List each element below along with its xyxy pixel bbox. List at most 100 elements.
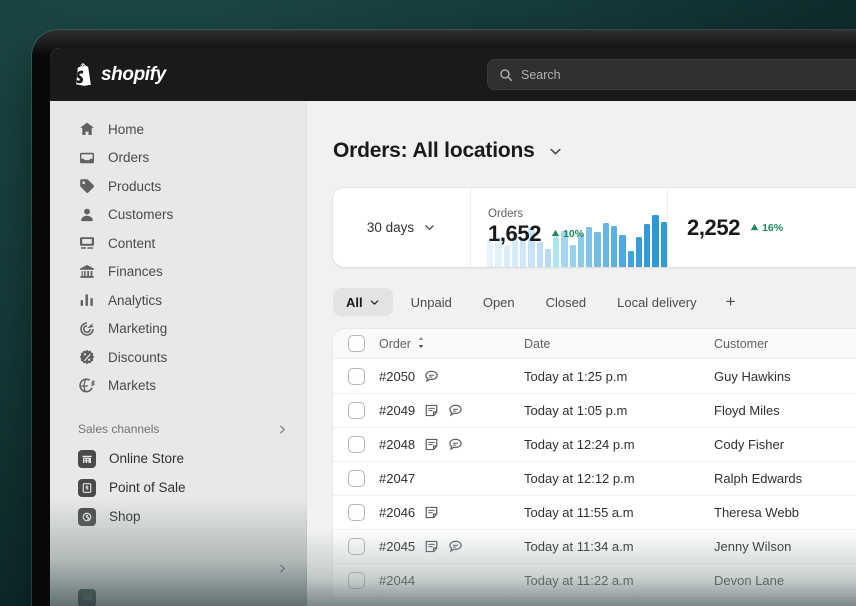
- row-checkbox[interactable]: [333, 572, 379, 589]
- tab-unpaid[interactable]: Unpaid: [398, 288, 465, 316]
- markets-globe-icon: [78, 377, 95, 394]
- tab-local-delivery[interactable]: Local delivery: [604, 288, 710, 316]
- row-checkbox[interactable]: [333, 504, 379, 521]
- app-tile-icon: [78, 588, 96, 606]
- sidebar-item-marketing[interactable]: Marketing: [50, 315, 306, 344]
- comment-bubble-icon[interactable]: [448, 539, 463, 554]
- sales-channels-label: Sales channels: [78, 422, 160, 436]
- metric-secondary[interactable]: 2,252 16%: [667, 188, 856, 267]
- column-header-order[interactable]: Order: [379, 336, 524, 351]
- sidebar-item-shop[interactable]: Shop: [50, 502, 306, 531]
- orders-inbox-icon: [78, 149, 95, 166]
- cell-order[interactable]: #2046: [379, 505, 524, 520]
- row-checkbox[interactable]: [333, 470, 379, 487]
- table-row[interactable]: #2046 Today at 11:55 a.m Theresa Webb: [333, 495, 856, 529]
- sidebar-item-label: Home: [108, 121, 145, 137]
- sidebar-item-label: Content: [108, 235, 156, 251]
- tab-closed[interactable]: Closed: [533, 288, 599, 316]
- sidebar-item-customers[interactable]: Customers: [50, 201, 306, 230]
- date-range-selector[interactable]: 30 days: [333, 188, 470, 267]
- row-checkbox[interactable]: [333, 367, 379, 385]
- cell-customer: Ralph Edwards: [714, 471, 803, 486]
- row-checkbox[interactable]: [333, 402, 379, 419]
- metric-label: Orders: [488, 208, 524, 220]
- shopify-logo[interactable]: shopify: [73, 63, 166, 86]
- sidebar-item-discounts[interactable]: Discounts: [50, 343, 306, 372]
- note-icon[interactable]: [424, 505, 439, 520]
- chevron-down-icon[interactable]: [423, 221, 436, 234]
- sidebar-item-online-store[interactable]: Online Store: [50, 444, 306, 473]
- shopify-bag-logo-icon: [73, 63, 94, 86]
- metric-orders[interactable]: Orders 1,652 10%: [470, 188, 667, 267]
- table-body: #2050 Today at 1:25 p.m Guy Hawkins #2049 To…: [333, 359, 856, 597]
- sidebar: Home Orders Products Customers Content F…: [50, 101, 307, 606]
- select-all-checkbox[interactable]: [333, 335, 379, 352]
- top-bar: shopify Search: [50, 48, 856, 101]
- cell-customer: Guy Hawkins: [714, 368, 791, 384]
- sidebar-item-app[interactable]: [50, 583, 306, 606]
- table-row[interactable]: #2047 Today at 12:12 p.m Ralph Edwards: [333, 461, 856, 495]
- sidebar-item-analytics[interactable]: Analytics: [50, 286, 306, 315]
- cell-order[interactable]: #2048: [379, 437, 524, 452]
- sidebar-item-finances[interactable]: Finances: [50, 258, 306, 287]
- cell-order[interactable]: #2045: [379, 539, 524, 554]
- search-input[interactable]: Search: [487, 59, 856, 90]
- chevron-down-icon[interactable]: [369, 297, 380, 308]
- column-label: Date: [524, 336, 551, 351]
- cell-customer: Theresa Webb: [714, 505, 800, 520]
- sort-arrows-icon[interactable]: [417, 336, 425, 351]
- sidebar-item-orders[interactable]: Orders: [50, 144, 306, 173]
- checkbox-box: [347, 335, 365, 352]
- tab-all[interactable]: All: [333, 288, 393, 316]
- column-header-customer[interactable]: Customer: [714, 337, 856, 351]
- sidebar-section-apps[interactable]: [50, 553, 306, 583]
- cell-order[interactable]: #2050: [379, 369, 524, 384]
- sidebar-item-markets[interactable]: Markets: [50, 372, 306, 401]
- order-number: #2050: [379, 368, 416, 384]
- cell-date: Today at 11:34 a.m: [524, 539, 634, 554]
- cell-customer: Cody Fisher: [714, 437, 785, 452]
- order-number: #2049: [379, 403, 416, 418]
- cell-order[interactable]: #2044: [379, 573, 524, 588]
- column-header-date[interactable]: Date: [524, 337, 714, 351]
- sidebar-item-point-of-sale[interactable]: Point of Sale: [50, 473, 306, 502]
- row-checkbox[interactable]: [333, 436, 379, 453]
- content-media-icon: [78, 235, 95, 252]
- table-row[interactable]: #2049 Today at 1:05 p.m Floyd Miles: [333, 393, 856, 427]
- table-row[interactable]: #2044 Today at 11:22 a.m Devon Lane: [333, 563, 856, 597]
- table-row[interactable]: #2045 Today at 11:34 a.m Jenny Wilson: [333, 529, 856, 563]
- tab-label: Local delivery: [617, 294, 697, 310]
- analytics-bars-icon: [78, 292, 95, 309]
- chevron-right-icon[interactable]: [277, 563, 288, 574]
- metric-value: 1,652: [488, 221, 542, 246]
- note-icon[interactable]: [424, 539, 439, 554]
- cell-order[interactable]: #2047: [379, 471, 524, 486]
- sidebar-item-home[interactable]: Home: [50, 115, 306, 144]
- order-number: #2045: [379, 539, 416, 554]
- chevron-right-icon[interactable]: [277, 424, 288, 435]
- comment-bubble-icon[interactable]: [448, 403, 463, 418]
- note-icon[interactable]: [424, 403, 439, 418]
- comment-bubble-icon[interactable]: [424, 369, 439, 384]
- sparkline-bar: [627, 251, 634, 267]
- tab-label: All: [346, 294, 363, 310]
- customer-person-icon: [78, 206, 95, 223]
- sidebar-section-sales-channels[interactable]: Sales channels: [50, 414, 306, 444]
- table-row[interactable]: #2050 Today at 1:25 p.m Guy Hawkins: [333, 359, 856, 393]
- add-view-button[interactable]: +: [715, 288, 747, 316]
- search-icon: [499, 68, 513, 82]
- cell-order[interactable]: #2049: [379, 403, 524, 418]
- column-label: Customer: [714, 336, 769, 351]
- sidebar-item-label: Shop: [109, 509, 141, 524]
- checkbox-box: [347, 436, 365, 453]
- sidebar-item-products[interactable]: Products: [50, 172, 306, 201]
- cell-customer: Jenny Wilson: [714, 539, 792, 554]
- order-number: #2048: [379, 437, 416, 452]
- comment-bubble-icon[interactable]: [448, 437, 463, 452]
- table-row[interactable]: #2048 Today at 12:24 p.m Cody Fisher: [333, 427, 856, 461]
- note-icon[interactable]: [424, 437, 439, 452]
- row-checkbox[interactable]: [333, 538, 379, 555]
- tab-open[interactable]: Open: [470, 288, 528, 316]
- sidebar-item-content[interactable]: Content: [50, 229, 306, 258]
- chevron-down-icon[interactable]: [548, 144, 563, 159]
